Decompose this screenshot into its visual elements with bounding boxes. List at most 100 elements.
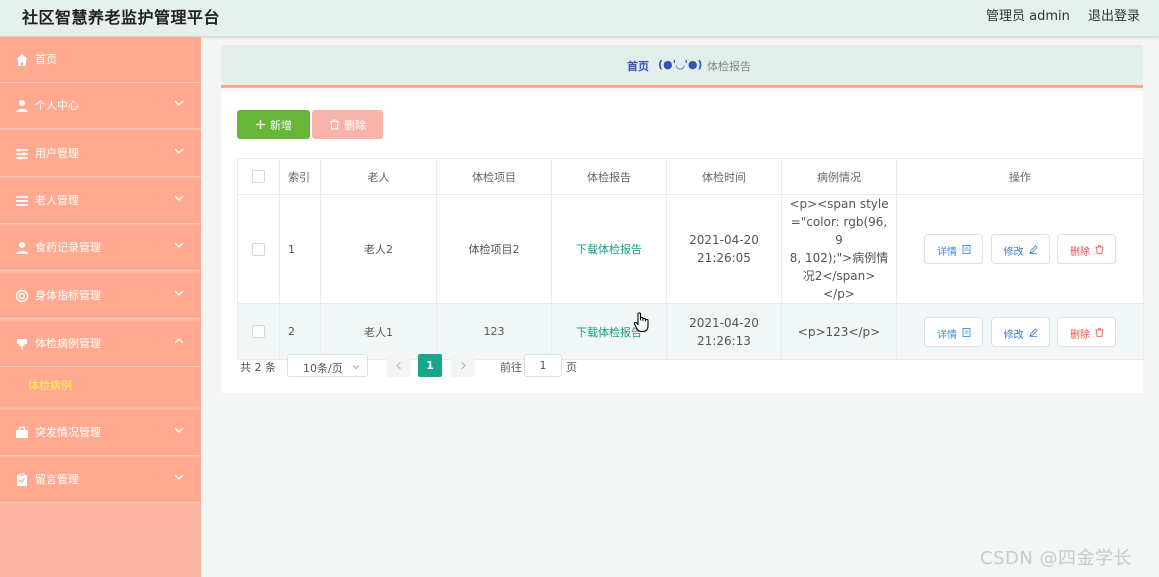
edit-button-label: 修改 — [1003, 329, 1024, 341]
actions-cell: 详情 修改 删除 — [896, 303, 1144, 360]
chevron-down-icon — [174, 474, 184, 480]
add-button[interactable]: 新增 — [237, 110, 310, 139]
pencil-icon — [1028, 327, 1038, 337]
home-icon — [16, 54, 28, 66]
row-checkbox[interactable] — [252, 325, 265, 339]
chevron-down-icon — [174, 427, 184, 433]
document-icon — [962, 245, 971, 254]
delete-button[interactable]: 删除 — [312, 110, 383, 139]
document-icon — [962, 327, 971, 337]
table-row: 2 老人1 123 下载体检报告 2021-04-20 21:26:13 <p>… — [237, 303, 1144, 360]
admin-label: 管理员 admin — [986, 9, 1070, 24]
edit-button[interactable]: 修改 — [990, 316, 1050, 347]
column-header: 操作 — [896, 158, 1144, 195]
top-header: 社区智慧养老监护管理平台 管理员 admin 退出登录 — [0, 0, 1159, 37]
chevron-down-icon — [174, 290, 184, 296]
chevron-right-icon — [461, 361, 466, 370]
trash-icon — [1095, 245, 1104, 254]
submenu-item-exam-case[interactable]: 体检病例 — [0, 367, 201, 407]
sidebar: 首页 个人中心 用户管理 老人管理 食药记录管理 身体指标管理 体检病例管理 体… — [0, 37, 201, 577]
trash-icon — [1095, 327, 1104, 337]
chevron-down-icon — [352, 365, 360, 370]
index-cell: 1 — [279, 194, 321, 304]
detail-button[interactable]: 详情 — [924, 316, 983, 347]
header-select-all — [237, 158, 280, 195]
pagination: 共 2 条 10条/页 1 前往 1 页 — [240, 354, 640, 378]
sidebar-item-label: 个人中心 — [35, 99, 79, 112]
plus-icon — [256, 120, 265, 129]
chevron-up-icon — [174, 338, 184, 344]
row-select-cell — [237, 303, 280, 360]
breadcrumb: 首页 (●'◡'●) 体检报告 — [221, 45, 1143, 88]
exam-time-cell: 2021-04-20 21:26:05 — [666, 194, 782, 304]
list-icon — [16, 196, 28, 206]
row-delete-button[interactable]: 删除 — [1057, 316, 1116, 347]
sidebar-item-label: 突发情况管理 — [35, 426, 101, 439]
chevron-down-icon — [174, 100, 184, 106]
user-icon — [16, 100, 28, 112]
sidebar-item-exam-case[interactable]: 体检病例管理 — [0, 321, 201, 367]
breadcrumb-home-link[interactable]: 首页 — [627, 58, 649, 74]
case-text-line: <p><span style — [789, 197, 889, 211]
chevron-down-icon — [174, 195, 184, 201]
content-card: 新增 删除 索引 老人 体检项目 体检报告 体检时间 病例情况 操作 1 老人2… — [221, 91, 1144, 393]
sidebar-item-label: 身体指标管理 — [35, 289, 101, 302]
detail-button-label: 详情 — [937, 247, 957, 258]
sidebar-item-body-index[interactable]: 身体指标管理 — [0, 273, 201, 319]
goto-page-input[interactable]: 1 — [524, 354, 562, 377]
elder-cell: 老人2 — [320, 194, 437, 304]
submenu-item-label: 体检病例 — [28, 379, 72, 392]
hand-cursor-icon — [633, 312, 649, 333]
row-checkbox[interactable] — [252, 242, 265, 256]
page-size-select[interactable]: 10条/页 — [287, 354, 368, 377]
sidebar-item-message[interactable]: 留言管理 — [0, 457, 201, 503]
trash-icon — [330, 119, 339, 130]
sidebar-item-emergency[interactable]: 突发情况管理 — [0, 410, 201, 456]
exam-item-cell: 123 — [436, 303, 552, 360]
row-delete-button[interactable]: 删除 — [1057, 234, 1116, 264]
prev-page-button[interactable] — [387, 354, 411, 377]
pencil-icon — [1028, 245, 1038, 254]
edit-button[interactable]: 修改 — [990, 234, 1050, 264]
page-number-button[interactable]: 1 — [418, 354, 442, 377]
data-table: 索引 老人 体检项目 体检报告 体检时间 病例情况 操作 1 老人2 体检项目2… — [237, 158, 1144, 360]
row-delete-button-label: 删除 — [1070, 329, 1090, 341]
column-header: 老人 — [320, 158, 437, 195]
select-all-checkbox[interactable] — [252, 170, 265, 184]
chevron-left-icon — [396, 361, 401, 370]
add-button-label: 新增 — [270, 119, 292, 132]
table-row: 1 老人2 体检项目2 下载体检报告 2021-04-20 21:26:05 <… — [237, 194, 1144, 304]
app-title: 社区智慧养老监护管理平台 — [22, 8, 221, 27]
case-cell: <p>123</p> — [781, 303, 897, 360]
pin-icon — [17, 339, 27, 350]
breadcrumb-separator: (●'◡'●) — [658, 58, 703, 71]
chevron-down-icon — [174, 148, 184, 154]
column-header: 体检时间 — [666, 158, 782, 195]
case-text-line: <p>123</p> — [797, 324, 881, 339]
breadcrumb-current: 体检报告 — [707, 60, 751, 73]
report-cell: 下载体检报告 — [551, 194, 667, 304]
sidebar-item-label: 首页 — [35, 53, 57, 66]
logout-link[interactable]: 退出登录 — [1088, 5, 1140, 24]
table-header-row: 索引 老人 体检项目 体检报告 体检时间 病例情况 操作 — [237, 158, 1144, 195]
row-delete-button-label: 删除 — [1070, 247, 1090, 258]
sidebar-item-user-management[interactable]: 用户管理 — [0, 131, 201, 177]
detail-button[interactable]: 详情 — [924, 234, 983, 264]
sidebar-item-personal-center[interactable]: 个人中心 — [0, 83, 201, 129]
case-text-line: ="color: rgb(96, 9 — [790, 215, 888, 247]
sidebar-item-food-medicine[interactable]: 食药记录管理 — [0, 225, 201, 271]
case-text-line: 8, 102);">病例情 — [789, 251, 889, 265]
download-report-link[interactable]: 下载体检报告 — [576, 243, 642, 256]
briefcase-icon — [16, 426, 28, 438]
sidebar-item-elder-management[interactable]: 老人管理 — [0, 178, 201, 224]
total-count: 共 2 条 — [240, 361, 276, 374]
watermark: CSDN @四金学长 — [980, 548, 1133, 569]
sidebar-item-home[interactable]: 首页 — [0, 37, 201, 83]
sidebar-item-label: 老人管理 — [35, 194, 79, 207]
case-text-line: 况2</span></p> — [802, 269, 876, 301]
page-size-value: 10条/页 — [303, 362, 343, 375]
edit-button-label: 修改 — [1003, 247, 1024, 258]
column-header: 体检项目 — [436, 158, 552, 195]
elder-cell: 老人1 — [320, 303, 437, 360]
next-page-button[interactable] — [451, 354, 475, 377]
